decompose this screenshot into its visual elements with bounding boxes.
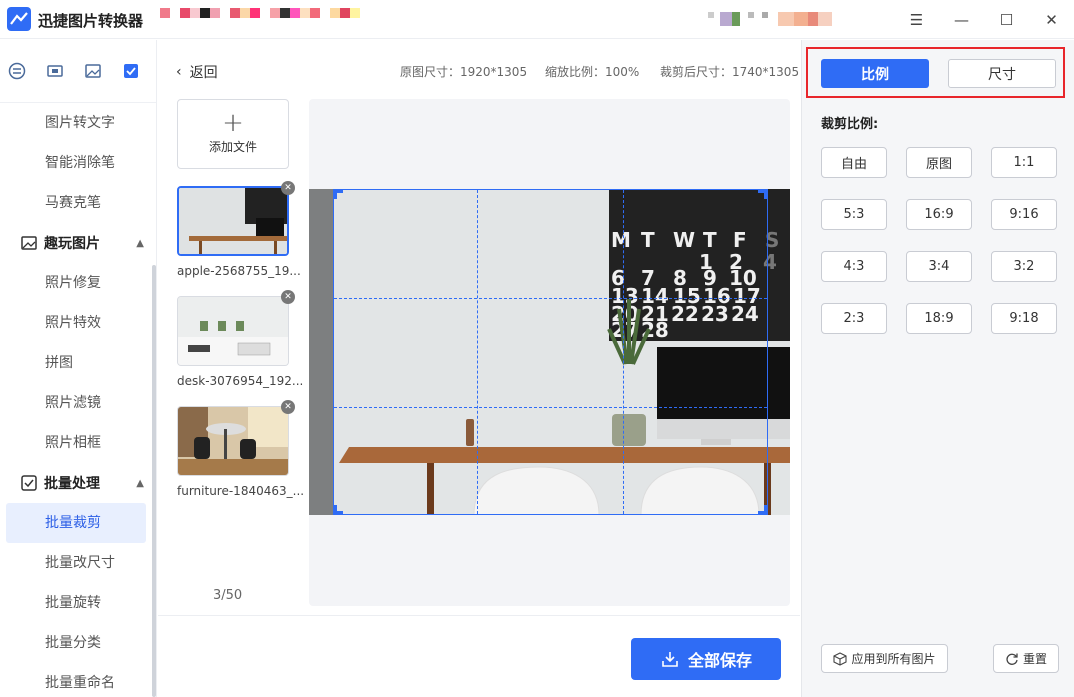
chevron-up-icon: ▲ — [136, 237, 144, 249]
refresh-icon — [1006, 653, 1018, 665]
app-logo-icon — [7, 7, 31, 31]
sidebar-item-batch-resize[interactable]: 批量改尺寸 — [0, 543, 156, 583]
plus-icon: + — [222, 108, 244, 138]
maximize-icon[interactable]: ☐ — [984, 0, 1029, 39]
edit-icon[interactable] — [44, 60, 66, 82]
reset-label: 重置 — [1022, 652, 1047, 666]
ratio-16-9[interactable]: 16:9 — [906, 199, 972, 230]
crop-ratio-label: 裁剪比例: — [821, 117, 879, 132]
cropped-size: 裁剪后尺寸：1740*1305 — [660, 65, 800, 79]
ratio-2-3[interactable]: 2:3 — [821, 303, 887, 334]
file-counter: 3/50 — [213, 588, 243, 603]
minimize-icon[interactable]: — — [939, 0, 984, 39]
zoom-level: 缩放比例：100% — [545, 65, 640, 79]
ratio-original[interactable]: 原图 — [906, 147, 972, 178]
apply-to-all-button[interactable]: 应用到所有图片 — [821, 644, 948, 673]
file-name: apple-2568755_19... — [177, 264, 301, 278]
redacted-mosaic — [160, 8, 360, 18]
convert-icon[interactable] — [6, 60, 28, 82]
sidebar-item-batch-crop[interactable]: 批量裁剪 — [6, 503, 146, 543]
sidebar-item-batch-rename[interactable]: 批量重命名 — [0, 663, 156, 697]
sidebar-item-smart-eraser[interactable]: 智能消除笔 — [0, 143, 156, 183]
original-size: 原图尺寸：1920*1305 — [400, 65, 528, 79]
menu-icon[interactable]: ☰ — [894, 0, 939, 39]
file-thumb-desk[interactable] — [177, 296, 289, 366]
ratio-4-3[interactable]: 4:3 — [821, 251, 887, 282]
tab-size[interactable]: 尺寸 — [948, 59, 1056, 88]
crop-handle-bottom-right[interactable] — [758, 505, 768, 515]
ratio-9-16[interactable]: 9:16 — [991, 199, 1057, 230]
sidebar-tool-icons — [0, 40, 156, 103]
window-controls: ☰ — ☐ ✕ — [894, 0, 1074, 39]
content-topbar: ‹ 返回 原图尺寸：1920*1305 缩放比例：100% 裁剪后尺寸：1740… — [158, 40, 800, 100]
chevron-left-icon: ‹ — [176, 64, 182, 80]
back-label: 返回 — [189, 65, 218, 81]
crop-handle-bottom-left[interactable] — [333, 505, 343, 515]
cube-icon — [833, 651, 848, 666]
grid-line — [623, 190, 624, 514]
chevron-up-icon: ▲ — [136, 477, 144, 489]
sidebar-item-batch-rotate[interactable]: 批量旋转 — [0, 583, 156, 623]
sidebar-item-photo-frame[interactable]: 照片相框 — [0, 423, 156, 463]
back-button[interactable]: ‹ 返回 — [176, 62, 218, 82]
ratio-3-2[interactable]: 3:2 — [991, 251, 1057, 282]
reset-button[interactable]: 重置 — [993, 644, 1059, 673]
sidebar-group-batch-label: 批量处理 — [44, 476, 100, 492]
sidebar-scrollbar[interactable] — [152, 265, 156, 697]
ratio-free[interactable]: 自由 — [821, 147, 887, 178]
sidebar-group-fun-label: 趣玩图片 — [44, 236, 100, 252]
grid-line — [334, 298, 767, 299]
sidebar-group-fun[interactable]: 趣玩图片 ▲ — [0, 223, 156, 263]
add-file-button[interactable]: + 添加文件 — [177, 99, 289, 169]
tab-ratio[interactable]: 比例 — [821, 59, 929, 88]
grid-line — [334, 407, 767, 408]
file-name: furniture-1840463_... — [177, 484, 305, 498]
sidebar-item-photo-effects[interactable]: 照片特效 — [0, 303, 156, 343]
sidebar-item-image-to-text[interactable]: 图片转文字 — [0, 103, 156, 143]
crop-handle-top-right[interactable] — [758, 189, 768, 199]
batch-process-icon — [21, 475, 37, 491]
ratio-18-9[interactable]: 18:9 — [906, 303, 972, 334]
ratio-1-1[interactable]: 1:1 — [991, 147, 1057, 178]
file-thumb-apple[interactable] — [177, 186, 289, 256]
apply-to-all-label: 应用到所有图片 — [851, 652, 936, 666]
remove-file-icon[interactable]: ✕ — [281, 181, 295, 195]
redacted-mosaic-user — [708, 12, 832, 26]
sidebar-item-photo-repair[interactable]: 照片修复 — [0, 263, 156, 303]
remove-file-icon[interactable]: ✕ — [281, 290, 295, 304]
download-icon — [662, 652, 678, 667]
ratio-5-3[interactable]: 5:3 — [821, 199, 887, 230]
crop-handle-top-left[interactable] — [333, 189, 343, 199]
app-title: 迅捷图片转换器 — [38, 12, 144, 30]
sidebar-item-mosaic-pen[interactable]: 马赛克笔 — [0, 183, 156, 223]
file-thumb-furniture[interactable] — [177, 406, 289, 476]
save-all-label: 全部保存 — [687, 651, 752, 670]
crop-selection[interactable] — [333, 189, 768, 515]
settings-panel — [801, 40, 1074, 697]
remove-file-icon[interactable]: ✕ — [281, 400, 295, 414]
add-file-label: 添加文件 — [208, 140, 257, 154]
ratio-3-4[interactable]: 3:4 — [906, 251, 972, 282]
title-bar: 迅捷图片转换器 ☰ — ☐ ✕ — [0, 0, 1074, 39]
sidebar-group-batch[interactable]: 批量处理 ▲ — [0, 463, 156, 503]
batch-icon[interactable] — [120, 60, 142, 82]
image-icon[interactable] — [82, 60, 104, 82]
close-icon[interactable]: ✕ — [1029, 0, 1074, 39]
divider — [158, 615, 800, 616]
fun-image-icon — [21, 236, 37, 250]
sidebar-item-collage[interactable]: 拼图 — [0, 343, 156, 383]
sidebar-item-photo-filter[interactable]: 照片滤镜 — [0, 383, 156, 423]
ratio-9-18[interactable]: 9:18 — [991, 303, 1057, 334]
file-name: desk-3076954_192... — [177, 374, 304, 388]
sidebar: 图片转文字 智能消除笔 马赛克笔 趣玩图片 ▲ 照片修复 照片特效 拼图 照片滤… — [0, 40, 157, 697]
save-all-button[interactable]: 全部保存 — [631, 638, 781, 680]
sidebar-item-batch-classify[interactable]: 批量分类 — [0, 623, 156, 663]
grid-line — [477, 190, 478, 514]
